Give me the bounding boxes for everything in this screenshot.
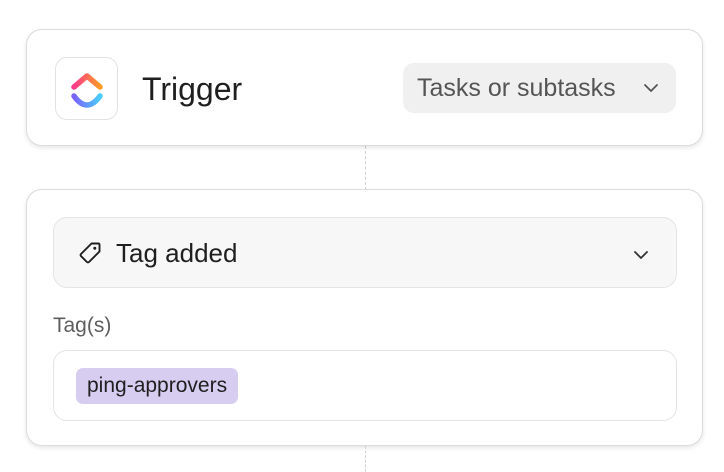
- tag-chip[interactable]: ping-approvers: [76, 368, 239, 404]
- chevron-down-icon: [634, 251, 648, 259]
- tags-field-label: Tag(s): [53, 314, 112, 337]
- flow-connector: [365, 146, 366, 190]
- app-logo: [55, 57, 118, 120]
- condition-card: Tag added Tag(s) ping-approvers: [26, 189, 703, 446]
- scope-dropdown-value: Tasks or subtasks: [417, 73, 616, 102]
- scope-dropdown[interactable]: Tasks or subtasks: [403, 63, 676, 113]
- trigger-title: Trigger: [142, 71, 243, 107]
- trigger-card: Trigger Tasks or subtasks: [26, 29, 703, 146]
- event-dropdown-value: Tag added: [116, 238, 238, 268]
- tags-input[interactable]: ping-approvers: [53, 350, 677, 421]
- chevron-down-icon: [644, 84, 658, 92]
- automation-builder: Trigger Tasks or subtasks Tag added Tag(…: [0, 0, 724, 472]
- event-dropdown[interactable]: Tag added: [53, 217, 677, 288]
- flow-connector: [365, 446, 366, 472]
- clickup-logo-icon: [70, 72, 103, 108]
- tag-icon: [79, 242, 101, 264]
